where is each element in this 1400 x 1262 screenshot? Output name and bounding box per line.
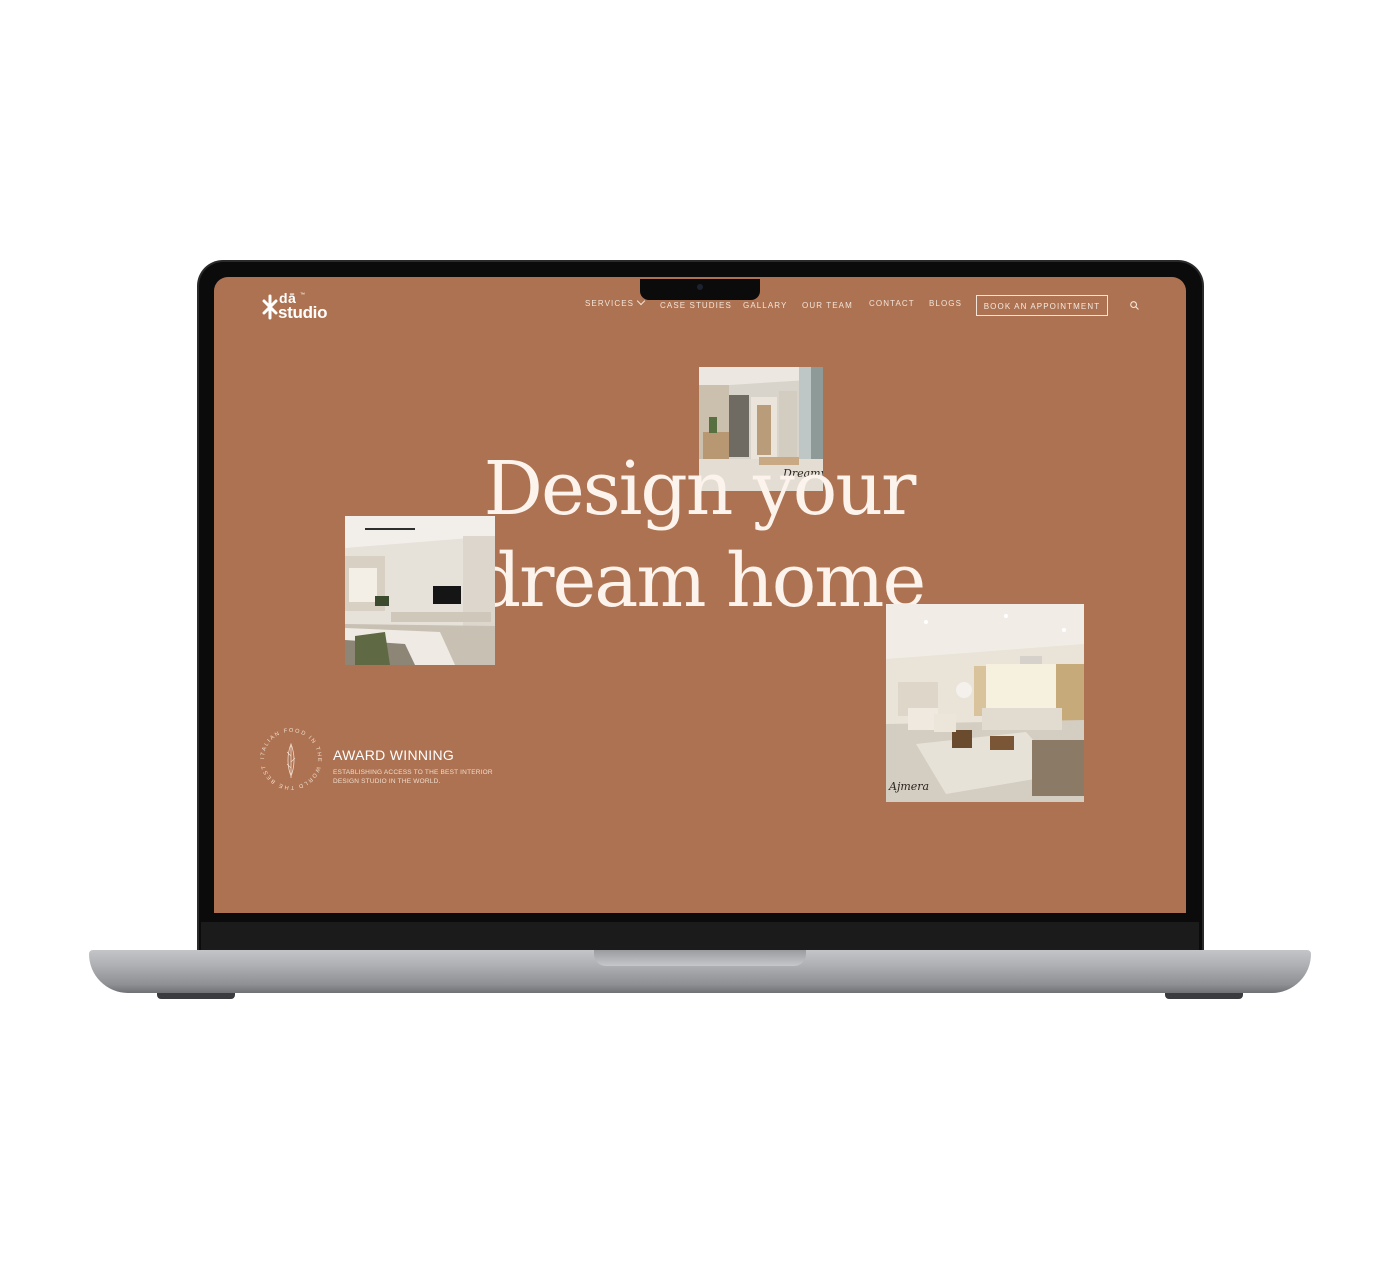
camera-icon: [697, 284, 703, 290]
hero-heading: Design your dream home: [449, 443, 949, 627]
laptop-foot-right: [1165, 993, 1243, 999]
living-room-photo: Ajmera: [886, 604, 1084, 802]
laptop-opening-notch: [594, 950, 806, 966]
book-appointment-button[interactable]: BOOK AN APPOINTMENT: [976, 295, 1108, 316]
nav-blogs[interactable]: BLOGS: [929, 299, 962, 308]
brand-name-bottom: studio: [278, 303, 328, 322]
laptop-hinge: [201, 922, 1199, 950]
nav-case-studies[interactable]: CASE STUDIES: [660, 301, 732, 310]
brand-trademark: ™: [300, 292, 305, 298]
living-room-caption: Ajmera: [889, 780, 930, 793]
award-description: ESTABLISHING ACCESS TO THE BEST INTERIOR…: [333, 769, 493, 785]
bedroom-photo: [345, 516, 495, 665]
nav-services[interactable]: SERVICES: [585, 296, 646, 308]
nav-contact[interactable]: CONTACT: [869, 299, 915, 308]
award-title: AWARD WINNING: [333, 747, 455, 763]
hero-line-1: Design your: [483, 446, 917, 532]
award-seal-icon: ITALIAN FOOD IN THE WORLD THE BEST: [260, 728, 321, 790]
nav-services-label: SERVICES: [585, 299, 635, 308]
hero-line-2: dream home: [473, 538, 927, 624]
website-screen: dā ™ studio SERVICES CASE STUDIES GALLAR…: [214, 277, 1186, 913]
nav-our-team[interactable]: OUR TEAM: [802, 301, 853, 310]
brand-logo[interactable]: dā ™ studio: [262, 290, 342, 323]
brand-asterisk-icon: [262, 294, 278, 320]
nav-gallary[interactable]: GALLARY: [743, 301, 787, 310]
laptop-foot-left: [157, 993, 235, 999]
search-icon[interactable]: [1130, 301, 1139, 310]
